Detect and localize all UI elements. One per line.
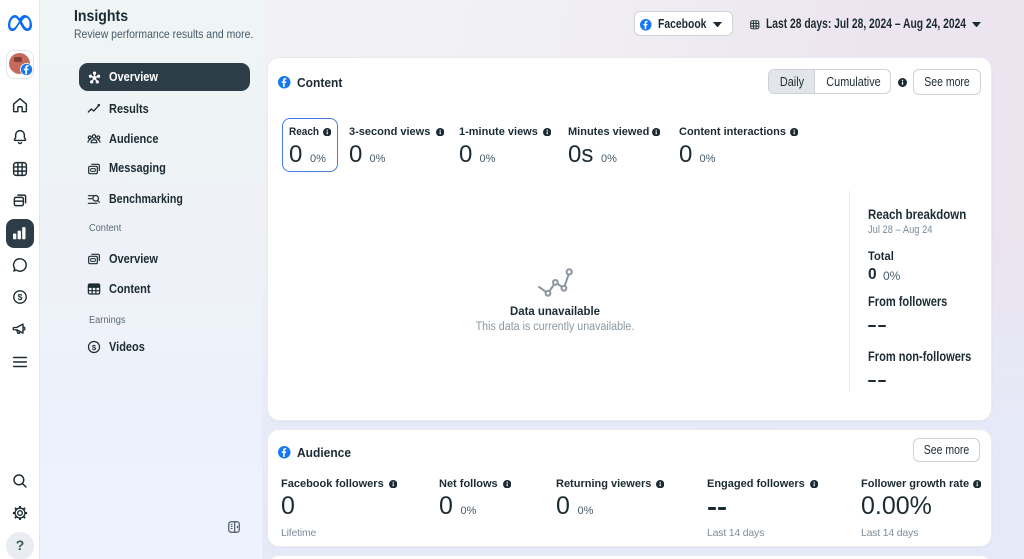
svg-text:$: $	[18, 292, 23, 302]
svg-text:$: $	[92, 343, 97, 352]
